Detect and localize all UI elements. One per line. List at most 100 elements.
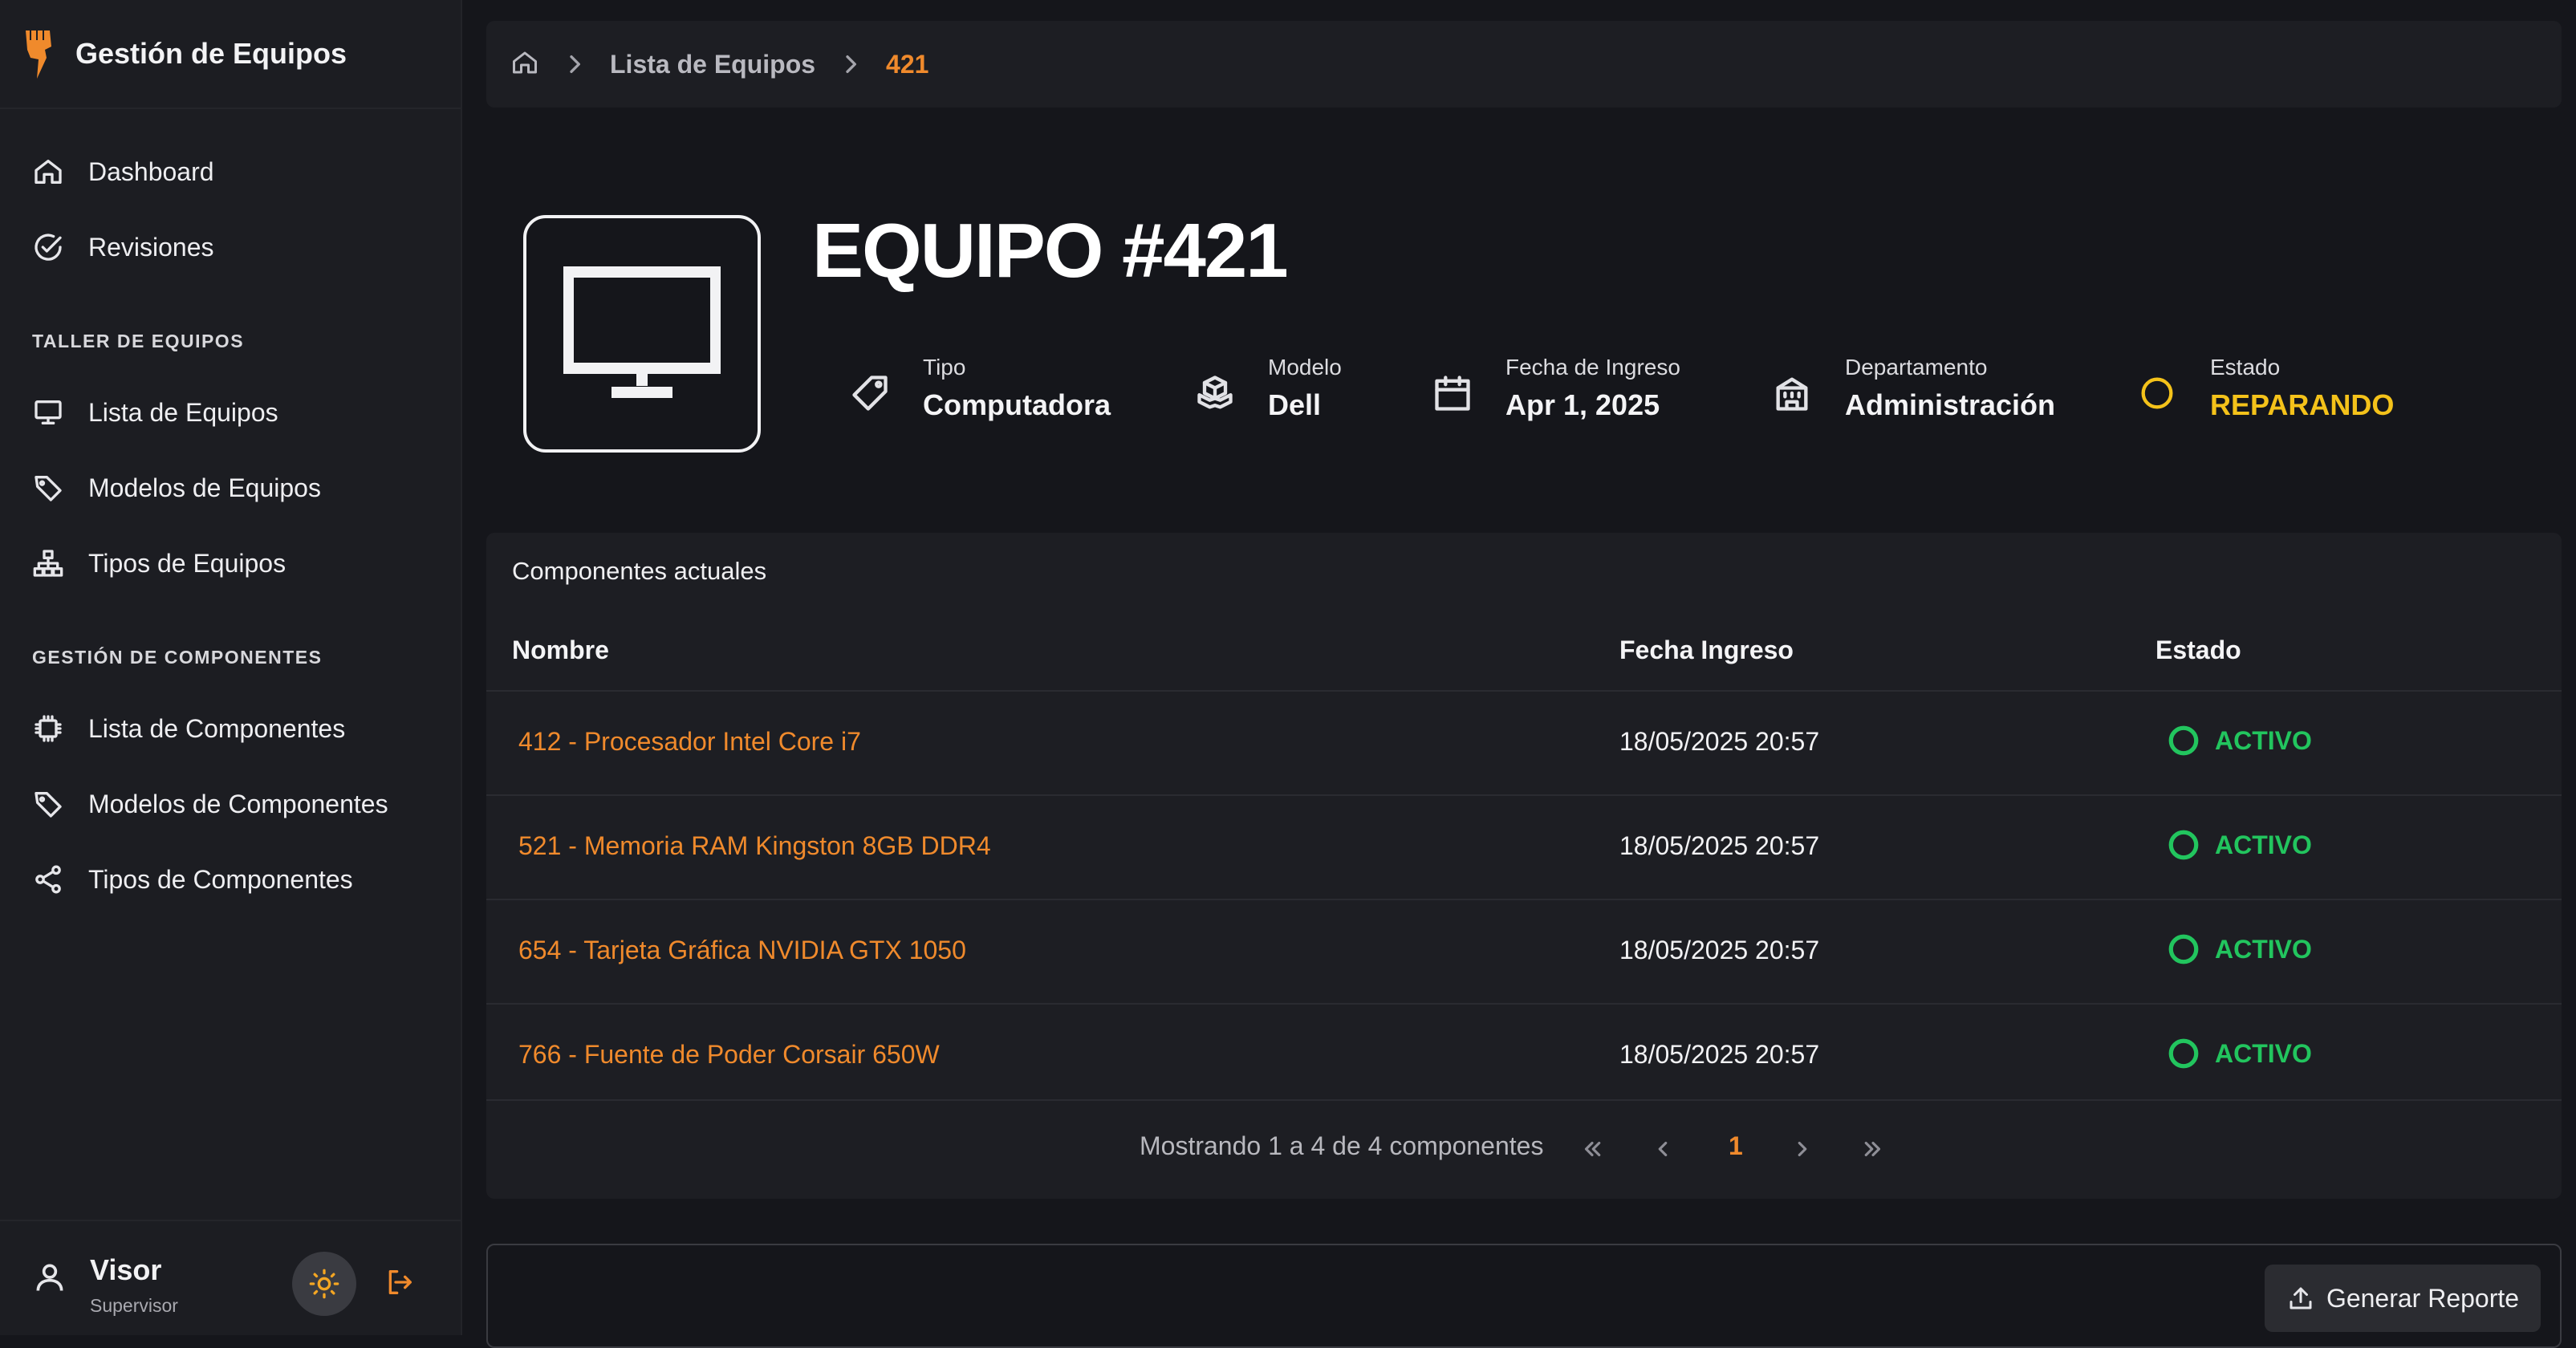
fist-logo-icon xyxy=(26,30,51,79)
sidebar-item-label: Modelos de Equipos xyxy=(88,473,321,502)
pagination: Mostrando 1 a 4 de 4 componentes 1 xyxy=(486,1099,2562,1200)
status-text: ACTIVO xyxy=(2215,934,2312,964)
boxes-icon xyxy=(1197,376,1233,409)
status-badge: ACTIVO xyxy=(2167,828,2312,862)
component-link[interactable]: 412 - Procesador Intel Core i7 xyxy=(518,727,861,757)
sidebar-item-label: Dashboard xyxy=(88,156,214,186)
status-text: ACTIVO xyxy=(2215,1038,2312,1068)
next-page-button[interactable] xyxy=(1786,1133,1818,1165)
info-modelo: Modelo Dell xyxy=(1194,351,1403,432)
first-page-button[interactable] xyxy=(1576,1133,1608,1165)
sidebar-item-modelos-componentes[interactable]: Modelos de Componentes xyxy=(32,772,388,836)
column-header-name: Nombre xyxy=(512,635,609,664)
component-date: 18/05/2025 20:57 xyxy=(1619,831,1820,860)
sidebar-item-revisiones[interactable]: Revisiones xyxy=(32,215,214,279)
generate-report-label: Generar Reporte xyxy=(2326,1283,2520,1313)
chevrons-right-icon xyxy=(1864,1141,1881,1157)
tag-icon xyxy=(35,476,62,501)
chevron-right-icon xyxy=(838,51,863,77)
page-title: EQUIPO #421 xyxy=(812,208,1289,294)
sidebar-item-lista-equipos[interactable]: Lista de Equipos xyxy=(32,380,278,445)
status-circle-icon xyxy=(2168,934,2199,964)
report-panel: Generar Reporte xyxy=(486,1244,2562,1348)
sidebar-item-lista-componentes[interactable]: Lista de Componentes xyxy=(32,696,345,761)
status-badge: ACTIVO xyxy=(2167,724,2312,757)
breadcrumb-current: 421 xyxy=(886,49,929,79)
status-circle-icon xyxy=(2168,1038,2199,1069)
info-label: Estado xyxy=(2210,355,2281,380)
sidebar-item-tipos-equipos[interactable]: Tipos de Equipos xyxy=(32,531,286,595)
breadcrumb-link[interactable]: Lista de Equipos xyxy=(610,50,815,79)
info-departamento: Departamento Administración xyxy=(1771,351,2076,432)
status-badge: REPARANDO xyxy=(2210,388,2395,421)
home-icon xyxy=(35,160,62,184)
chevron-right-icon xyxy=(1798,1141,1807,1157)
share-icon xyxy=(35,865,61,894)
info-label: Tipo xyxy=(923,355,966,380)
table-row: 654 - Tarjeta Gráfica NVIDIA GTX 1050 18… xyxy=(486,899,2562,1005)
info-fecha: Fecha de Ingreso Apr 1, 2025 xyxy=(1432,351,1721,432)
component-date: 18/05/2025 20:57 xyxy=(1619,727,1820,756)
status-badge: ACTIVO xyxy=(2167,932,2312,966)
info-label: Fecha de Ingreso xyxy=(1505,355,1680,380)
last-page-button[interactable] xyxy=(1857,1133,1889,1165)
status-badge: ACTIVO xyxy=(2167,1037,2312,1070)
sidebar-item-label: Revisiones xyxy=(88,232,214,262)
table-row: 412 - Procesador Intel Core i7 18/05/202… xyxy=(486,690,2562,796)
table-row: 521 - Memoria RAM Kingston 8GB DDR4 18/0… xyxy=(486,794,2562,900)
hierarchy-icon xyxy=(33,550,63,577)
sidebar-item-dashboard[interactable]: Dashboard xyxy=(32,140,214,204)
sun-icon xyxy=(309,1269,339,1299)
logout-button[interactable] xyxy=(384,1266,419,1301)
chevrons-left-icon xyxy=(1584,1141,1601,1157)
section-title-componentes: GESTIÓN DE COMPONENTES xyxy=(32,647,323,668)
info-tipo: Tipo Computadora xyxy=(849,351,1114,432)
info-value: Dell xyxy=(1268,388,1322,421)
info-value: Apr 1, 2025 xyxy=(1505,388,1660,421)
user-icon xyxy=(36,1264,63,1291)
component-link[interactable]: 654 - Tarjeta Gráfica NVIDIA GTX 1050 xyxy=(518,936,966,965)
brand[interactable]: Gestión de Equipos xyxy=(0,0,461,109)
status-circle-icon xyxy=(2168,830,2199,860)
building-icon xyxy=(1776,377,1808,411)
sidebar-item-tipos-componentes[interactable]: Tipos de Componentes xyxy=(32,847,353,912)
breadcrumb: Lista de Equipos 421 xyxy=(486,21,2562,108)
status-circle-icon xyxy=(2141,377,2173,409)
status-text: ACTIVO xyxy=(2215,725,2312,755)
pagination-summary: Mostrando 1 a 4 de 4 componentes xyxy=(1140,1131,1544,1160)
theme-toggle-button[interactable] xyxy=(292,1252,356,1316)
page-number-button[interactable]: 1 xyxy=(1729,1131,1743,1161)
sidebar: Gestión de Equipos Dashboard Revisiones … xyxy=(0,0,462,1335)
user-role: Supervisor xyxy=(90,1295,178,1316)
home-icon xyxy=(513,51,537,73)
tag-icon xyxy=(852,376,888,411)
info-value: Computadora xyxy=(923,388,1111,421)
sidebar-item-label: Lista de Componentes xyxy=(88,713,346,743)
info-value: Administración xyxy=(1845,388,2056,421)
status-circle-icon xyxy=(2168,725,2199,756)
info-estado: Estado REPARANDO xyxy=(2136,351,2409,432)
user-panel: Visor Supervisor xyxy=(0,1220,461,1337)
status-text: ACTIVO xyxy=(2215,830,2312,859)
user-name: Visor xyxy=(90,1253,162,1286)
components-card: Componentes actuales Nombre Fecha Ingres… xyxy=(486,533,2562,1199)
equipment-avatar xyxy=(523,215,761,453)
logout-icon xyxy=(388,1270,412,1294)
chevron-right-icon xyxy=(562,51,587,77)
monitor-icon xyxy=(563,266,721,398)
sidebar-item-label: Tipos de Equipos xyxy=(88,548,286,578)
column-header-state: Estado xyxy=(2155,635,2241,664)
info-label: Modelo xyxy=(1268,355,1342,380)
chevron-left-icon xyxy=(1658,1141,1668,1157)
component-link[interactable]: 766 - Fuente de Poder Corsair 650W xyxy=(518,1040,940,1070)
sidebar-item-label: Tipos de Componentes xyxy=(88,864,353,894)
component-link[interactable]: 521 - Memoria RAM Kingston 8GB DDR4 xyxy=(518,831,991,861)
breadcrumb-home[interactable] xyxy=(510,48,539,81)
component-date: 18/05/2025 20:57 xyxy=(1619,1040,1820,1069)
tag-icon xyxy=(35,792,62,818)
column-header-date: Fecha Ingreso xyxy=(1619,635,1794,664)
sidebar-item-modelos-equipos[interactable]: Modelos de Equipos xyxy=(32,456,321,520)
previous-page-button[interactable] xyxy=(1647,1133,1679,1165)
upload-icon xyxy=(2290,1287,2312,1309)
generate-report-button[interactable]: Generar Reporte xyxy=(2265,1265,2541,1332)
